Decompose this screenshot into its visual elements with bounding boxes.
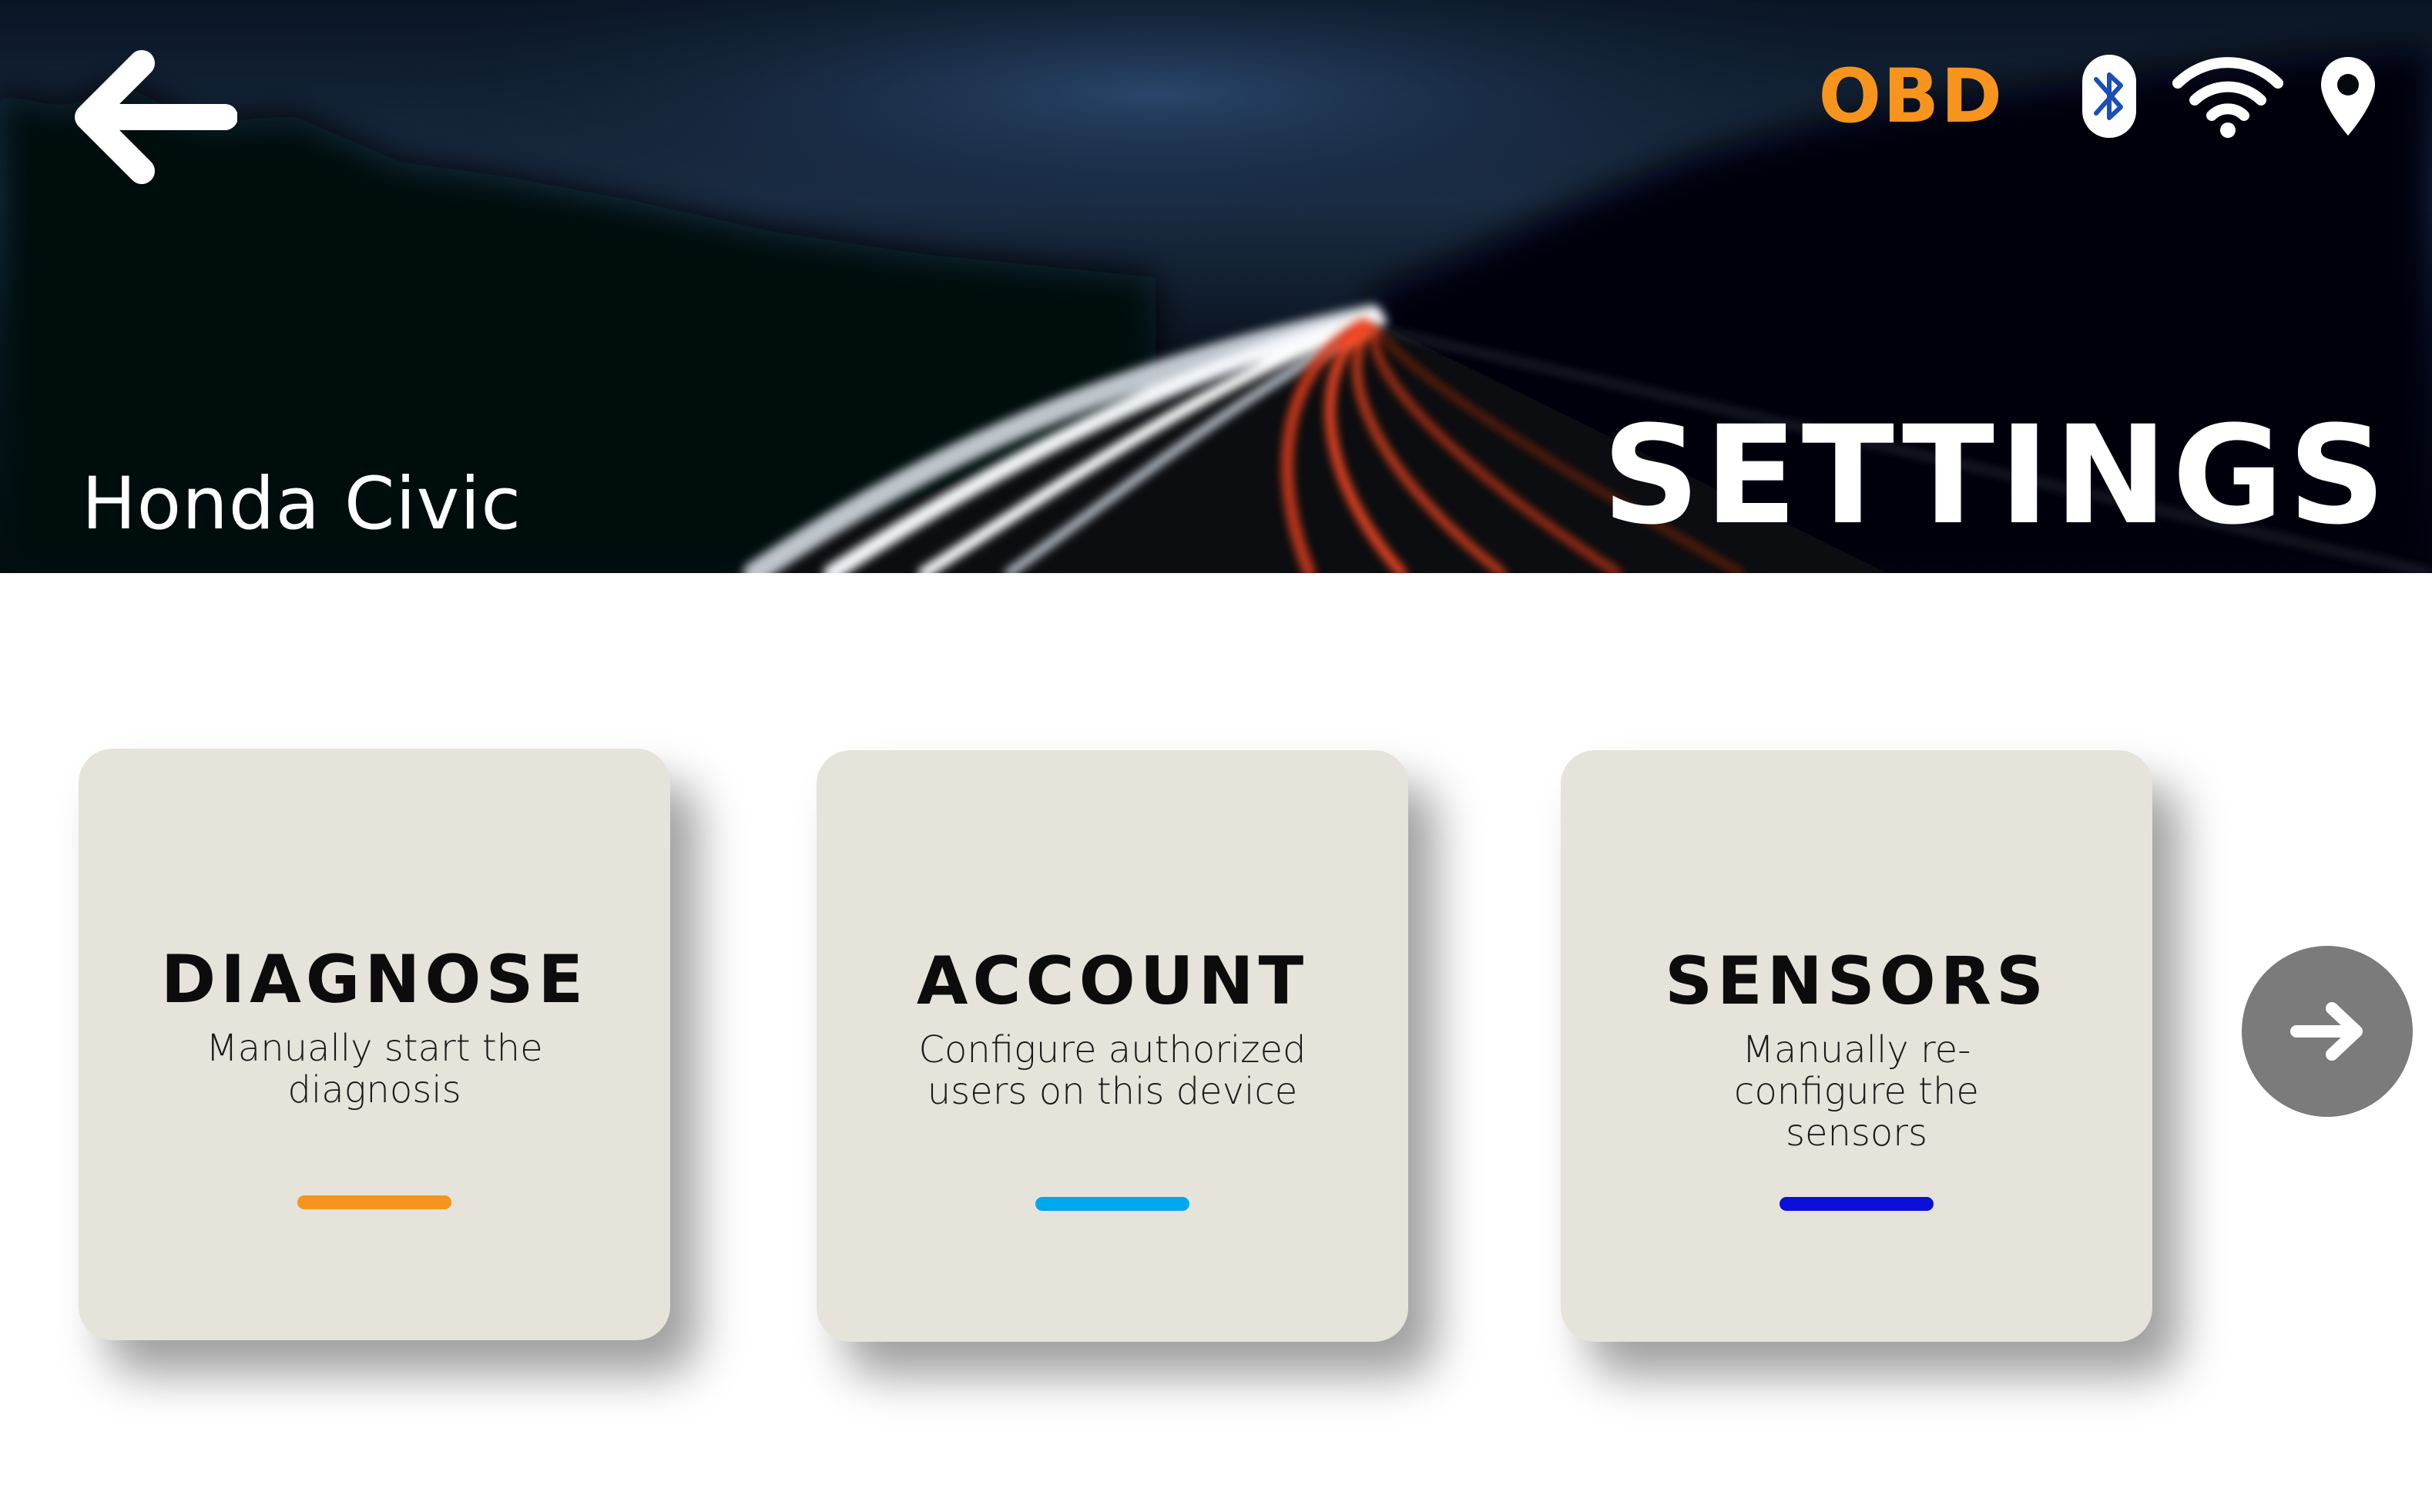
card-sensors[interactable]: SENSORS Manually re-configure the sensor… — [1561, 750, 2152, 1342]
next-page-button[interactable] — [2242, 946, 2413, 1117]
card-title: SENSORS — [1665, 943, 2048, 1020]
wifi-icon — [2172, 57, 2283, 138]
vehicle-name: Honda Civic — [82, 462, 522, 546]
next-arrow-icon — [2290, 1002, 2363, 1061]
card-description: Manually re-configure the sensors — [1734, 1028, 1979, 1155]
card-diagnose[interactable]: DIAGNOSE Manually start the diagnosis — [79, 749, 670, 1340]
card-accent-bar — [1780, 1197, 1934, 1211]
obd-status-label: OBD — [1818, 53, 2004, 139]
card-description: Configure authorized users on this devic… — [918, 1028, 1307, 1113]
bluetooth-icon — [2082, 55, 2136, 138]
card-accent-bar — [1035, 1197, 1189, 1211]
back-arrow-icon — [75, 50, 238, 184]
card-title: ACCOUNT — [916, 943, 1309, 1020]
location-pin-icon — [2321, 57, 2375, 136]
back-button[interactable] — [71, 48, 238, 186]
header-banner: OBD Honda Civic SETTINGS — [0, 0, 2432, 573]
card-accent-bar — [297, 1195, 451, 1209]
card-title: DIAGNOSE — [160, 941, 589, 1018]
card-description: Manually start the diagnosis — [206, 1027, 543, 1111]
page-title: SETTINGS — [1602, 397, 2390, 555]
status-bar: OBD — [1819, 46, 2378, 146]
card-account[interactable]: ACCOUNT Configure authorized users on th… — [817, 750, 1408, 1342]
